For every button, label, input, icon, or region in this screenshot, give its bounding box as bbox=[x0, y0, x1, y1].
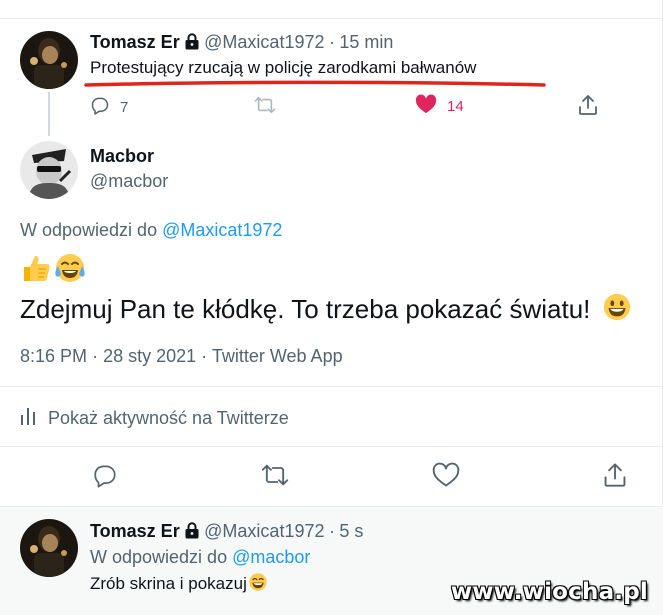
separator: · bbox=[328, 521, 335, 541]
tweet-thread: Tomasz Er @Maxicat1972 · 15 min Protestu… bbox=[0, 0, 663, 615]
top-divider bbox=[0, 18, 663, 19]
focal-date[interactable]: 28 sty 2021 bbox=[103, 346, 196, 366]
share-icon bbox=[603, 463, 627, 492]
parent-tweet-header: Tomasz Er @Maxicat1972 · 15 min bbox=[90, 32, 393, 55]
focal-share-button[interactable] bbox=[603, 462, 627, 493]
watermark: www.wiocha.pl bbox=[450, 579, 648, 605]
separator: · bbox=[92, 346, 99, 366]
thumbs-up-emoji bbox=[24, 256, 50, 281]
focal-like-button[interactable] bbox=[432, 462, 460, 493]
reply-time[interactable]: 5 s bbox=[339, 521, 363, 541]
focal-tweet-text: Zdejmuj Pan te kłódkę. To trzeba pokazać… bbox=[20, 292, 632, 325]
reply-to-handle-link[interactable]: @macbor bbox=[232, 547, 310, 567]
thread-line bbox=[48, 92, 50, 136]
retweet-icon bbox=[254, 95, 276, 119]
divider bbox=[0, 446, 663, 447]
focal-time[interactable]: 8:16 PM bbox=[20, 346, 87, 366]
reply-text-content: Zrób skrina i pokazuj bbox=[90, 574, 247, 593]
reply-tweet-header: Tomasz Er @Maxicat1972 · 5 s bbox=[90, 521, 363, 544]
separator: · bbox=[201, 346, 208, 366]
avatar-macbor[interactable] bbox=[20, 141, 78, 199]
focal-text-content: Zdejmuj Pan te kłódkę. To trzeba pokazać… bbox=[20, 294, 591, 324]
reply-context: W odpowiedzi do @macbor bbox=[90, 547, 310, 568]
parent-share-button[interactable] bbox=[578, 94, 598, 120]
parent-like-button[interactable]: 14 bbox=[415, 94, 464, 118]
parent-retweet-button[interactable] bbox=[254, 95, 276, 119]
view-activity-label: Pokaż aktywność na Twitterze bbox=[48, 408, 289, 428]
parent-reply-button[interactable]: 7 bbox=[90, 95, 128, 119]
avatar-tomasz[interactable] bbox=[20, 31, 78, 89]
focal-tweet-meta: 8:16 PM · 28 sty 2021 · Twitter Web App bbox=[20, 346, 343, 367]
lock-icon bbox=[184, 33, 200, 55]
chart-bars-icon bbox=[20, 406, 36, 431]
focal-reply-button[interactable] bbox=[92, 462, 118, 493]
focal-reply-context: W odpowiedzi do @Maxicat1972 bbox=[20, 220, 282, 241]
reply-author-handle[interactable]: @Maxicat1972 bbox=[204, 521, 324, 541]
focal-author-handle[interactable]: @macbor bbox=[90, 171, 168, 192]
smiling-face-emoji bbox=[249, 573, 267, 591]
retweet-icon bbox=[261, 464, 289, 492]
reply-icon bbox=[92, 465, 118, 492]
parent-reply-count: 7 bbox=[120, 98, 129, 116]
share-icon bbox=[578, 94, 598, 120]
focal-source[interactable]: Twitter Web App bbox=[212, 346, 343, 366]
emoji-row bbox=[20, 252, 86, 284]
reply-author-name[interactable]: Tomasz Er bbox=[90, 521, 180, 541]
focal-author-name[interactable]: Macbor bbox=[90, 146, 154, 167]
reply-tweet-text: Zrób skrina i pokazuj bbox=[90, 572, 268, 594]
reply-prefix: W odpowiedzi do bbox=[90, 547, 228, 567]
view-activity-link[interactable]: Pokaż aktywność na Twitterze bbox=[20, 406, 289, 431]
parent-author-name[interactable]: Tomasz Er bbox=[90, 32, 180, 52]
parent-tweet-text: Protestujący rzucają w policję zarodkami… bbox=[90, 58, 477, 77]
grinning-face-emoji bbox=[603, 293, 630, 321]
heart-icon bbox=[432, 462, 460, 492]
parent-like-count: 14 bbox=[447, 97, 464, 115]
reply-icon bbox=[90, 95, 110, 119]
parent-time[interactable]: 15 min bbox=[339, 32, 393, 52]
tears-of-joy-emoji bbox=[55, 254, 85, 282]
divider bbox=[0, 386, 663, 387]
reply-to-handle-link[interactable]: @Maxicat1972 bbox=[162, 220, 282, 240]
red-underline-annotation bbox=[84, 80, 546, 87]
lock-icon bbox=[184, 522, 200, 544]
reply-prefix: W odpowiedzi do bbox=[20, 220, 158, 240]
focal-retweet-button[interactable] bbox=[261, 462, 289, 493]
heart-filled-icon bbox=[415, 94, 437, 118]
separator: · bbox=[328, 32, 335, 52]
avatar-tomasz[interactable] bbox=[20, 519, 78, 577]
parent-author-handle[interactable]: @Maxicat1972 bbox=[204, 32, 324, 52]
